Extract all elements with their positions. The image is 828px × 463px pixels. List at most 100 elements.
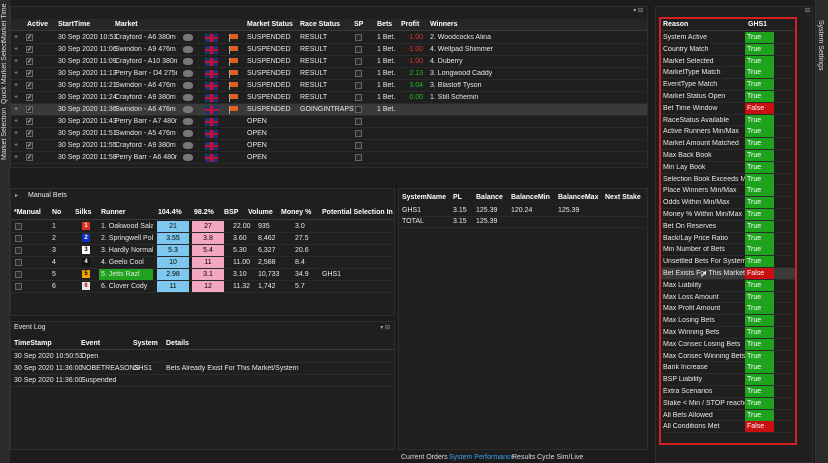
sp-checkbox[interactable]	[355, 58, 362, 65]
lay-price[interactable]: 3.8	[192, 233, 224, 244]
back-price[interactable]: 2.98	[157, 269, 189, 280]
active-checkbox[interactable]: ✓	[26, 154, 33, 161]
runner-name[interactable]: 6. Clover Cody	[99, 281, 153, 292]
runner-name[interactable]: 5. Jetts Razl	[99, 269, 153, 280]
market-name[interactable]: Crayford - A6 380m	[115, 34, 177, 41]
col-sp[interactable]: SP	[354, 21, 363, 28]
col-balancemin[interactable]: BalanceMin	[511, 194, 550, 201]
active-checkbox[interactable]: ✓	[26, 46, 33, 53]
expand-icon[interactable]: +	[14, 58, 18, 65]
sp-checkbox[interactable]	[355, 34, 362, 41]
col-race-status[interactable]: Race Status	[300, 21, 340, 28]
col-back-book[interactable]: 104.4%	[158, 209, 182, 216]
col-market[interactable]: Market	[115, 21, 138, 28]
col-reason[interactable]: Reason	[663, 21, 688, 28]
col-next-stake[interactable]: Next Stake	[605, 194, 641, 201]
expand-icon[interactable]: +	[14, 70, 18, 77]
expand-icon[interactable]: +	[14, 118, 18, 125]
lay-price[interactable]: 12	[192, 281, 224, 292]
runner-name[interactable]: 1. Oakwood Salah	[99, 221, 153, 232]
table-row[interactable]: + ✓ 30 Sep 2020 11:36 Swindon - A6 476m SUSP…	[11, 104, 647, 116]
col-event[interactable]: Event	[81, 340, 100, 347]
col-active[interactable]: Active	[27, 21, 48, 28]
table-row[interactable]: + ✓ 30 Sep 2020 11:13 Perry Barr - D4 275m S…	[11, 68, 647, 80]
expand-icon[interactable]: +	[14, 106, 18, 113]
market-name[interactable]: Swindon - A5 476m	[115, 130, 177, 137]
tab-market-time[interactable]: Market Time	[1, 3, 8, 42]
expand-icon[interactable]: +	[14, 34, 18, 41]
col-balance[interactable]: Balance	[476, 194, 503, 201]
manual-checkbox[interactable]	[15, 223, 22, 230]
market-name[interactable]: Swindon - A6 476m	[115, 106, 177, 113]
market-name[interactable]: Swindon - A6 476m	[115, 82, 177, 89]
active-checkbox[interactable]: ✓	[26, 142, 33, 149]
active-checkbox[interactable]: ✓	[26, 82, 33, 89]
col-pl[interactable]: PL	[453, 194, 462, 201]
col-no[interactable]: No	[52, 209, 61, 216]
col-details[interactable]: Details	[166, 340, 189, 347]
back-price[interactable]: 10	[157, 257, 189, 268]
col-ghs1[interactable]: GHS1	[748, 21, 767, 28]
market-name[interactable]: Perry Barr - D4 275m	[115, 70, 177, 77]
expand-icon[interactable]: +	[14, 142, 18, 149]
active-checkbox[interactable]: ✓	[26, 118, 33, 125]
table-row[interactable]: + ✓ 30 Sep 2020 10:53 Crayford - A6 380m SUS…	[11, 32, 647, 44]
sp-checkbox[interactable]	[355, 130, 362, 137]
col-system[interactable]: System	[133, 340, 158, 347]
col-winners[interactable]: Winners	[430, 21, 458, 28]
expand-icon[interactable]: +	[14, 94, 18, 101]
col-lay-book[interactable]: 98.2%	[194, 209, 214, 216]
lay-price[interactable]: 11	[192, 257, 224, 268]
col-starttime[interactable]: StartTime	[58, 21, 90, 28]
table-row[interactable]: + ✓ 30 Sep 2020 11:24 Crayford - A9 380m SUS…	[11, 92, 647, 104]
sp-checkbox[interactable]	[355, 106, 362, 113]
col-bets[interactable]: Bets	[377, 21, 392, 28]
col-profit[interactable]: Profit	[401, 21, 419, 28]
active-checkbox[interactable]: ✓	[26, 70, 33, 77]
table-row[interactable]: 4 4 4. Geelo Cool 10 11 11.00 2,588 8.4	[11, 257, 394, 269]
sp-checkbox[interactable]	[355, 118, 362, 125]
table-row[interactable]: 3 3 3. Hardly Normal 5.3 5.4 5.30 6,327 20.6	[11, 245, 394, 257]
active-checkbox[interactable]: ✓	[26, 106, 33, 113]
col-manual[interactable]: *Manual	[14, 209, 41, 216]
table-row[interactable]: + ✓ 30 Sep 2020 11:21 Swindon - A6 476m SUSP…	[11, 80, 647, 92]
col-bsp[interactable]: BSP	[224, 209, 238, 216]
active-checkbox[interactable]: ✓	[26, 34, 33, 41]
sp-checkbox[interactable]	[355, 82, 362, 89]
col-volume[interactable]: Volume	[248, 209, 273, 216]
table-row[interactable]: + ✓ 30 Sep 2020 11:55 Crayford - A9 380m OPE…	[11, 140, 647, 152]
col-silks[interactable]: Silks	[75, 209, 91, 216]
back-price[interactable]: 21	[157, 221, 189, 232]
tab-cycle-sim-live[interactable]: Cycle Sim/Live	[537, 454, 583, 461]
lay-price[interactable]: 27	[192, 221, 224, 232]
runner-name[interactable]: 2. Springwell Polly	[99, 233, 153, 244]
manual-checkbox[interactable]	[15, 235, 22, 242]
table-row[interactable]: 6 6 6. Clover Cody 11 12 11.32 1,742 5.7	[11, 281, 394, 293]
col-runner[interactable]: Runner	[101, 209, 126, 216]
lay-price[interactable]: 3.1	[192, 269, 224, 280]
tab-system-settings[interactable]: System Settings	[817, 20, 824, 71]
table-row[interactable]: 2 2 2. Springwell Polly 3.55 3.8 3.60 8,462 27.…	[11, 233, 394, 245]
expand-icon[interactable]: +	[14, 46, 18, 53]
tab-market-selection[interactable]: Market Selection	[1, 108, 8, 160]
pane-controls[interactable]: ▾ ⊟	[633, 7, 643, 14]
market-name[interactable]: Crayford - A9 380m	[115, 142, 177, 149]
tab-quick-market-select[interactable]: Quick Market Select	[1, 41, 8, 104]
manual-checkbox[interactable]	[15, 247, 22, 254]
market-name[interactable]: Perry Barr - A6 480m	[115, 154, 177, 161]
col-systemname[interactable]: SystemName	[402, 194, 446, 201]
market-name[interactable]: Crayford - A10 380m	[115, 58, 177, 65]
manual-checkbox[interactable]	[15, 271, 22, 278]
manual-checkbox[interactable]	[15, 259, 22, 266]
runner-name[interactable]: 4. Geelo Cool	[99, 257, 153, 268]
pane-controls[interactable]: ▾ ⊟	[380, 324, 390, 331]
back-price[interactable]: 3.55	[157, 233, 189, 244]
runner-name[interactable]: 3. Hardly Normal	[99, 245, 153, 256]
table-row[interactable]: 1 1 1. Oakwood Salah 21 27 22.00 935 3.0	[11, 221, 394, 233]
sp-checkbox[interactable]	[355, 94, 362, 101]
sp-checkbox[interactable]	[355, 142, 362, 149]
market-name[interactable]: Perry Barr - A7 480m	[115, 118, 177, 125]
tab-results[interactable]: Results	[512, 454, 535, 461]
col-potential[interactable]: Potential Selection In	[322, 209, 393, 216]
pane-controls[interactable]: ⊟	[805, 7, 810, 14]
